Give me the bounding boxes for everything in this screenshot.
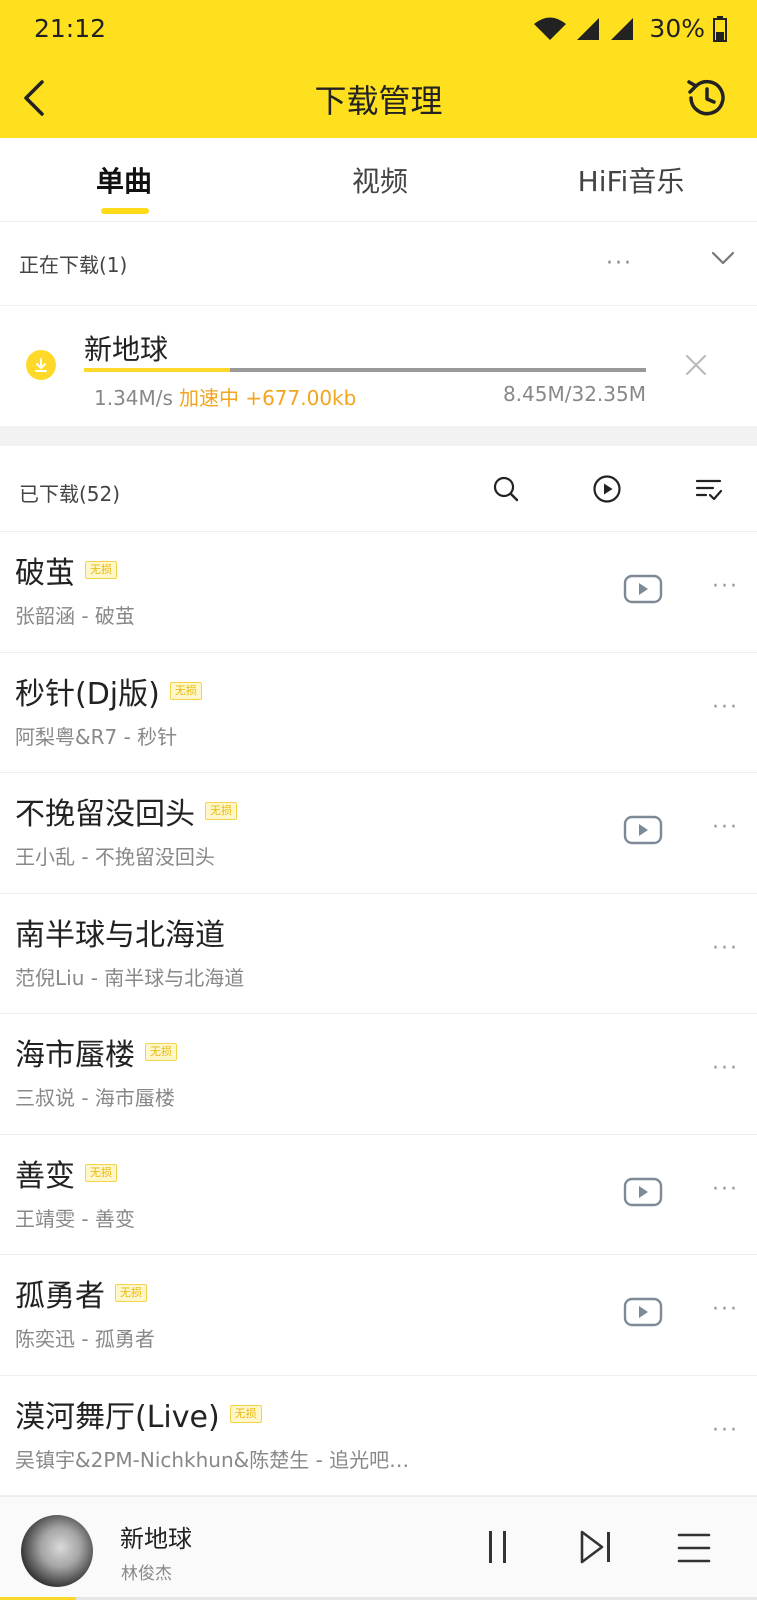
song-title: 不挽留没回头	[15, 797, 195, 832]
next-track-icon[interactable]	[578, 1529, 614, 1565]
mini-player[interactable]: 新地球 林俊杰	[0, 1496, 757, 1600]
status-time: 21:12	[34, 14, 107, 43]
song-row[interactable]: 不挽留没回头 无损王小乱 - 不挽留没回头 ···	[0, 773, 757, 894]
more-options-icon[interactable]: ···	[712, 815, 739, 840]
mv-video-icon[interactable]	[623, 574, 663, 604]
signal-icon	[611, 17, 634, 40]
lossless-badge: 无损	[169, 681, 202, 700]
song-title: 破茧	[15, 556, 75, 591]
song-artist-album: 三叔说 - 海市蜃楼	[15, 1086, 175, 1110]
song-row[interactable]: 海市蜃楼 无损三叔说 - 海市蜃楼 ···	[0, 1014, 757, 1135]
song-title-line: 善变 无损	[15, 1151, 117, 1195]
search-icon[interactable]	[491, 474, 521, 504]
play-circle-icon[interactable]	[592, 474, 622, 504]
tab-indicator	[101, 208, 149, 214]
battery-percent: 30%	[649, 14, 705, 43]
mv-video-icon[interactable]	[623, 1297, 663, 1327]
player-song-title: 新地球	[120, 1525, 192, 1553]
pause-icon[interactable]	[484, 1529, 512, 1565]
sort-list-icon[interactable]	[694, 474, 724, 504]
more-options-icon[interactable]: ···	[712, 574, 739, 599]
lossless-badge: 无损	[115, 1284, 147, 1302]
battery-icon	[713, 15, 727, 42]
download-progress-fill	[84, 368, 231, 372]
song-row[interactable]: 秒针(Dj版) 无损阿梨粤&R7 - 秒针 ···	[0, 653, 757, 773]
more-options-icon[interactable]: ···	[712, 695, 739, 720]
song-row[interactable]: 破茧 无损张韶涵 - 破茧 ···	[0, 532, 757, 653]
status-icons: 30%	[533, 14, 727, 43]
song-row[interactable]: 南半球与北海道范倪Liu - 南半球与北海道 ···	[0, 894, 757, 1014]
song-title-line: 漠河舞厅(Live) 无损	[15, 1392, 262, 1436]
downloading-title: 正在下载(1)	[19, 253, 128, 277]
download-size: 8.45M/32.35M	[502, 382, 646, 406]
song-artist-album: 陈奕迅 - 孤勇者	[15, 1327, 155, 1351]
song-artist-album: 阿梨粤&R7 - 秒针	[15, 724, 178, 749]
more-options-icon[interactable]: ···	[712, 1177, 739, 1202]
close-icon[interactable]	[685, 354, 707, 376]
song-title: 孤勇者	[15, 1279, 105, 1314]
download-icon	[26, 350, 56, 380]
lossless-badge: 无损	[229, 1404, 262, 1423]
tab-hifi[interactable]: HiFi音乐	[550, 138, 712, 222]
mv-video-icon[interactable]	[623, 1177, 663, 1207]
history-clock-icon	[687, 79, 725, 116]
downloaded-header: 已下载(52)	[0, 446, 757, 532]
more-icon[interactable]: ···	[606, 251, 633, 276]
more-options-icon[interactable]: ···	[712, 1056, 739, 1081]
download-song-name: 新地球	[84, 333, 169, 366]
signal-icon	[577, 17, 600, 40]
mv-video-icon[interactable]	[623, 815, 663, 845]
song-row[interactable]: 漠河舞厅(Live) 无损吴镇宇&2PM-Nichkhun&陈楚生 - 追光吧… ·…	[0, 1376, 757, 1496]
lossless-badge: 无损	[85, 1163, 117, 1182]
downloading-item[interactable]: 新地球 1.34M/s 加速中 +677.00kb 8.45M/32.35M	[0, 306, 757, 426]
song-title-line: 不挽留没回头 无损	[15, 789, 237, 833]
history-button[interactable]	[683, 74, 731, 122]
song-title-line: 南半球与北海道	[15, 910, 225, 954]
wifi-icon	[534, 17, 567, 40]
downloaded-title: 已下载(52)	[19, 482, 121, 506]
song-artist-album: 王靖雯 - 善变	[15, 1206, 135, 1231]
song-title: 漠河舞厅(Live)	[15, 1399, 220, 1435]
tab-video[interactable]: 视频	[316, 138, 444, 222]
playlist-icon[interactable]	[676, 1531, 712, 1565]
page-title: 下载管理	[314, 82, 443, 120]
song-row[interactable]: 孤勇者 无损陈奕迅 - 孤勇者 ···	[0, 1255, 757, 1376]
more-options-icon[interactable]: ···	[712, 936, 739, 961]
song-artist-album: 吴镇宇&2PM-Nichkhun&陈楚生 - 追光吧…	[15, 1447, 410, 1472]
song-list: 破茧 无损 张韶涵 - 破茧 ··· 秒针(Dj版) 无损 阿梨粤&R7 - 秒针 ··· 不挽…	[0, 532, 757, 1496]
song-title: 海市蜃楼	[15, 1038, 135, 1073]
download-speed-value: 1.34M/s	[94, 386, 173, 410]
more-options-icon[interactable]: ···	[712, 1418, 739, 1443]
song-title-line: 秒针(Dj版) 无损	[15, 669, 202, 713]
download-speed: 1.34M/s 加速中 +677.00kb	[94, 382, 356, 411]
song-artist-album: 张韶涵 - 破茧	[15, 604, 135, 628]
download-progress-bar	[84, 368, 646, 372]
song-title: 秒针(Dj版)	[15, 676, 160, 712]
more-options-icon[interactable]: ···	[712, 1297, 739, 1322]
lossless-badge: 无损	[205, 802, 237, 820]
accelerating-label: 加速中 +677.00kb	[178, 386, 357, 410]
song-title-line: 海市蜃楼 无损	[15, 1030, 177, 1074]
downloading-header[interactable]: 正在下载(1) ···	[0, 222, 757, 306]
section-divider	[0, 426, 757, 446]
album-cover[interactable]	[21, 1515, 93, 1587]
song-row[interactable]: 善变 无损王靖雯 - 善变 ···	[0, 1135, 757, 1255]
song-title-line: 孤勇者 无损	[15, 1271, 147, 1315]
player-artist: 林俊杰	[121, 1564, 172, 1584]
chevron-down-icon[interactable]	[711, 250, 735, 266]
lossless-badge: 无损	[145, 1043, 177, 1061]
lossless-badge: 无损	[85, 561, 117, 579]
song-title-line: 破茧 无损	[15, 548, 117, 592]
song-artist-album: 王小乱 - 不挽留没回头	[15, 845, 215, 869]
song-artist-album: 范倪Liu - 南半球与北海道	[15, 965, 245, 990]
song-title: 南半球与北海道	[15, 917, 225, 953]
top-bar: 21:12 30% 下载管理	[0, 0, 757, 138]
song-title: 善变	[15, 1158, 75, 1194]
